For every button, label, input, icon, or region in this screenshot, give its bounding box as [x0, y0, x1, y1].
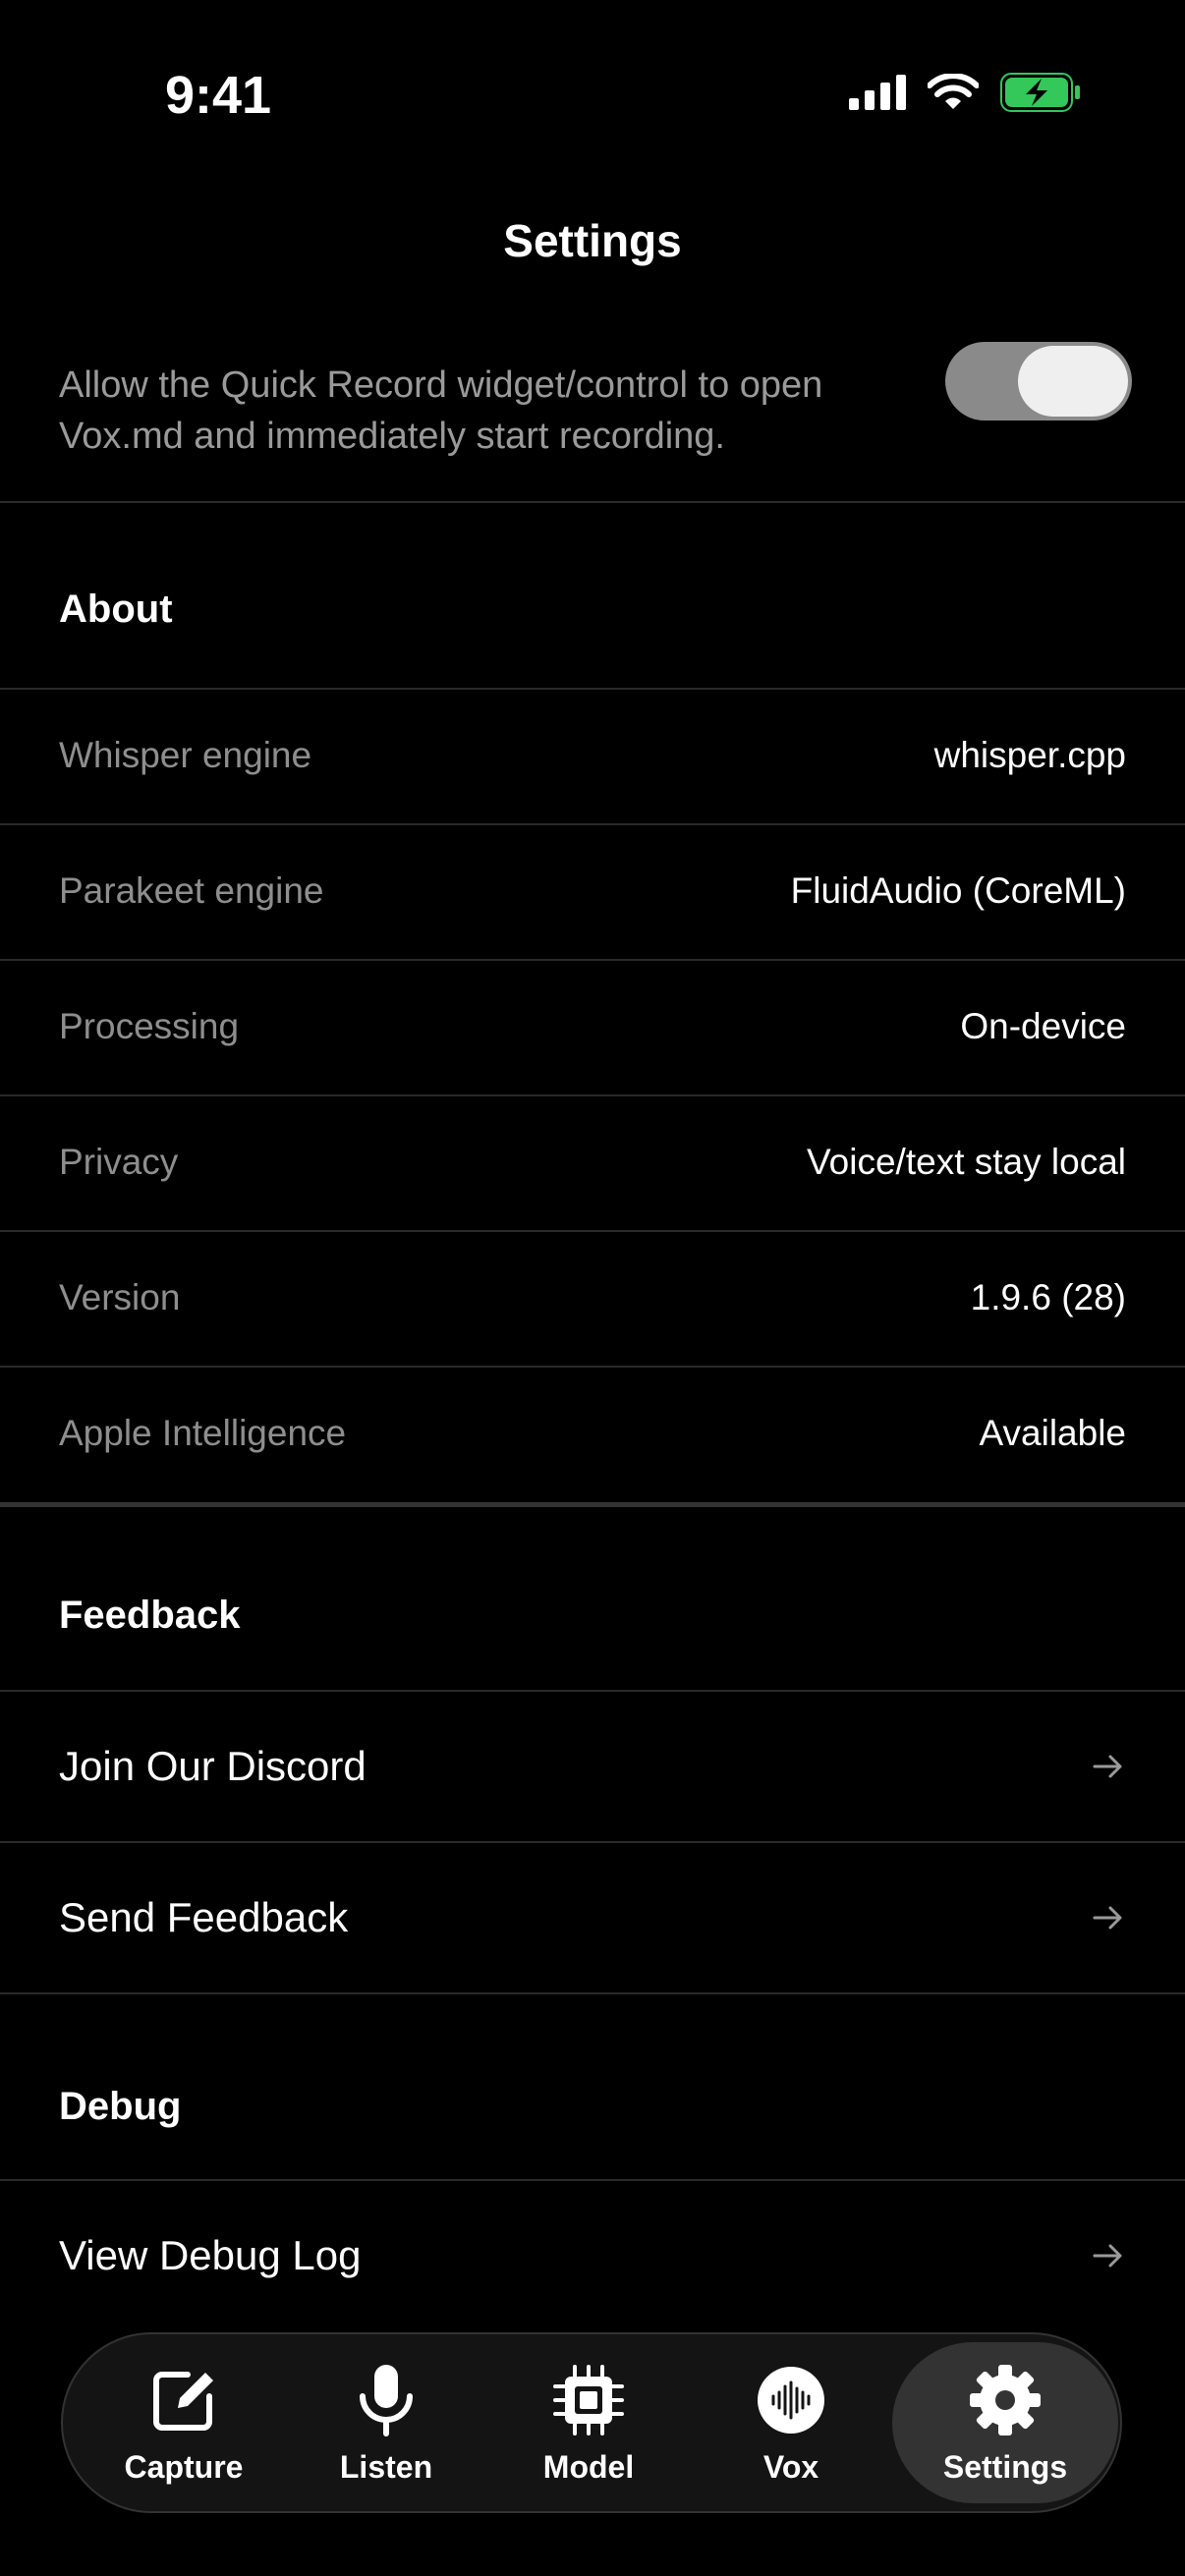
link-label: Send Feedback [59, 1894, 349, 1940]
cellular-signal-icon [849, 75, 906, 110]
info-row-processing: Processing On-device [0, 961, 1185, 1096]
page-title: Settings [503, 215, 682, 266]
link-label: Join Our Discord [59, 1743, 367, 1789]
about-header-label: About [59, 588, 173, 631]
tab-label: Listen [339, 2448, 433, 2485]
info-value: On-device [960, 1006, 1126, 1046]
info-value: Voice/text stay local [807, 1142, 1126, 1182]
tab-label: Vox [762, 2448, 819, 2485]
info-row-privacy: Privacy Voice/text stay local [0, 1096, 1185, 1232]
feedback-section-header: Feedback [0, 1507, 1185, 1692]
quick-record-description: Allow the Quick Record widget/control to… [59, 364, 823, 457]
info-row-apple-intelligence: Apple Intelligence Available [0, 1368, 1185, 1503]
tab-label: Capture [124, 2448, 244, 2485]
info-label: Version [59, 1277, 181, 1317]
toggle-knob [1018, 346, 1128, 417]
tab-vox[interactable]: Vox [690, 2342, 892, 2503]
arrow-right-icon [1093, 2244, 1122, 2268]
info-value: whisper.cpp [933, 735, 1126, 775]
info-value: Available [979, 1413, 1126, 1453]
tab-listen[interactable]: Listen [285, 2342, 487, 2503]
arrow-right-icon [1093, 1755, 1122, 1778]
info-label: Parakeet engine [59, 870, 324, 911]
info-label: Apple Intelligence [59, 1413, 347, 1453]
status-icons [849, 73, 1081, 112]
tab-capture[interactable]: Capture [83, 2342, 285, 2503]
info-row-parakeet-engine: Parakeet engine FluidAudio (CoreML) [0, 825, 1185, 961]
tab-model[interactable]: Model [487, 2342, 690, 2503]
status-bar: 9:41 [0, 0, 1185, 187]
arrow-right-icon [1093, 1906, 1122, 1930]
wifi-icon [928, 74, 979, 109]
tab-settings[interactable]: Settings [892, 2342, 1118, 2503]
join-discord-row[interactable]: Join Our Discord [0, 1692, 1185, 1843]
waveform-icon [758, 2366, 824, 2434]
about-section-header: About [0, 505, 1185, 690]
tab-label: Settings [942, 2448, 1068, 2485]
info-label: Whisper engine [59, 735, 312, 775]
feedback-header-label: Feedback [59, 1594, 241, 1637]
debug-header-label: Debug [59, 2085, 182, 2128]
debug-section-header: Debug [0, 1994, 1185, 2181]
link-label: View Debug Log [59, 2232, 362, 2278]
gear-icon [970, 2364, 1041, 2436]
quick-record-row: Allow the Quick Record widget/control to… [0, 334, 1185, 503]
info-value: FluidAudio (CoreML) [790, 870, 1126, 911]
info-label: Processing [59, 1006, 240, 1046]
tab-label: Model [542, 2448, 635, 2485]
battery-charging-icon [1000, 73, 1080, 112]
info-row-version: Version 1.9.6 (28) [0, 1232, 1185, 1368]
send-feedback-row[interactable]: Send Feedback [0, 1843, 1185, 1994]
microphone-icon [360, 2364, 413, 2436]
info-row-whisper-engine: Whisper engine whisper.cpp [0, 690, 1185, 825]
status-time: 9:41 [165, 66, 272, 125]
chip-icon [553, 2364, 624, 2436]
info-label: Privacy [59, 1142, 179, 1182]
tab-bar: Capture Listen Model Vox Settings [61, 2332, 1122, 2513]
compose-icon [153, 2371, 213, 2431]
info-value: 1.9.6 (28) [970, 1277, 1126, 1317]
view-debug-log-row[interactable]: View Debug Log [0, 2181, 1185, 2332]
quick-record-toggle[interactable] [945, 342, 1132, 420]
